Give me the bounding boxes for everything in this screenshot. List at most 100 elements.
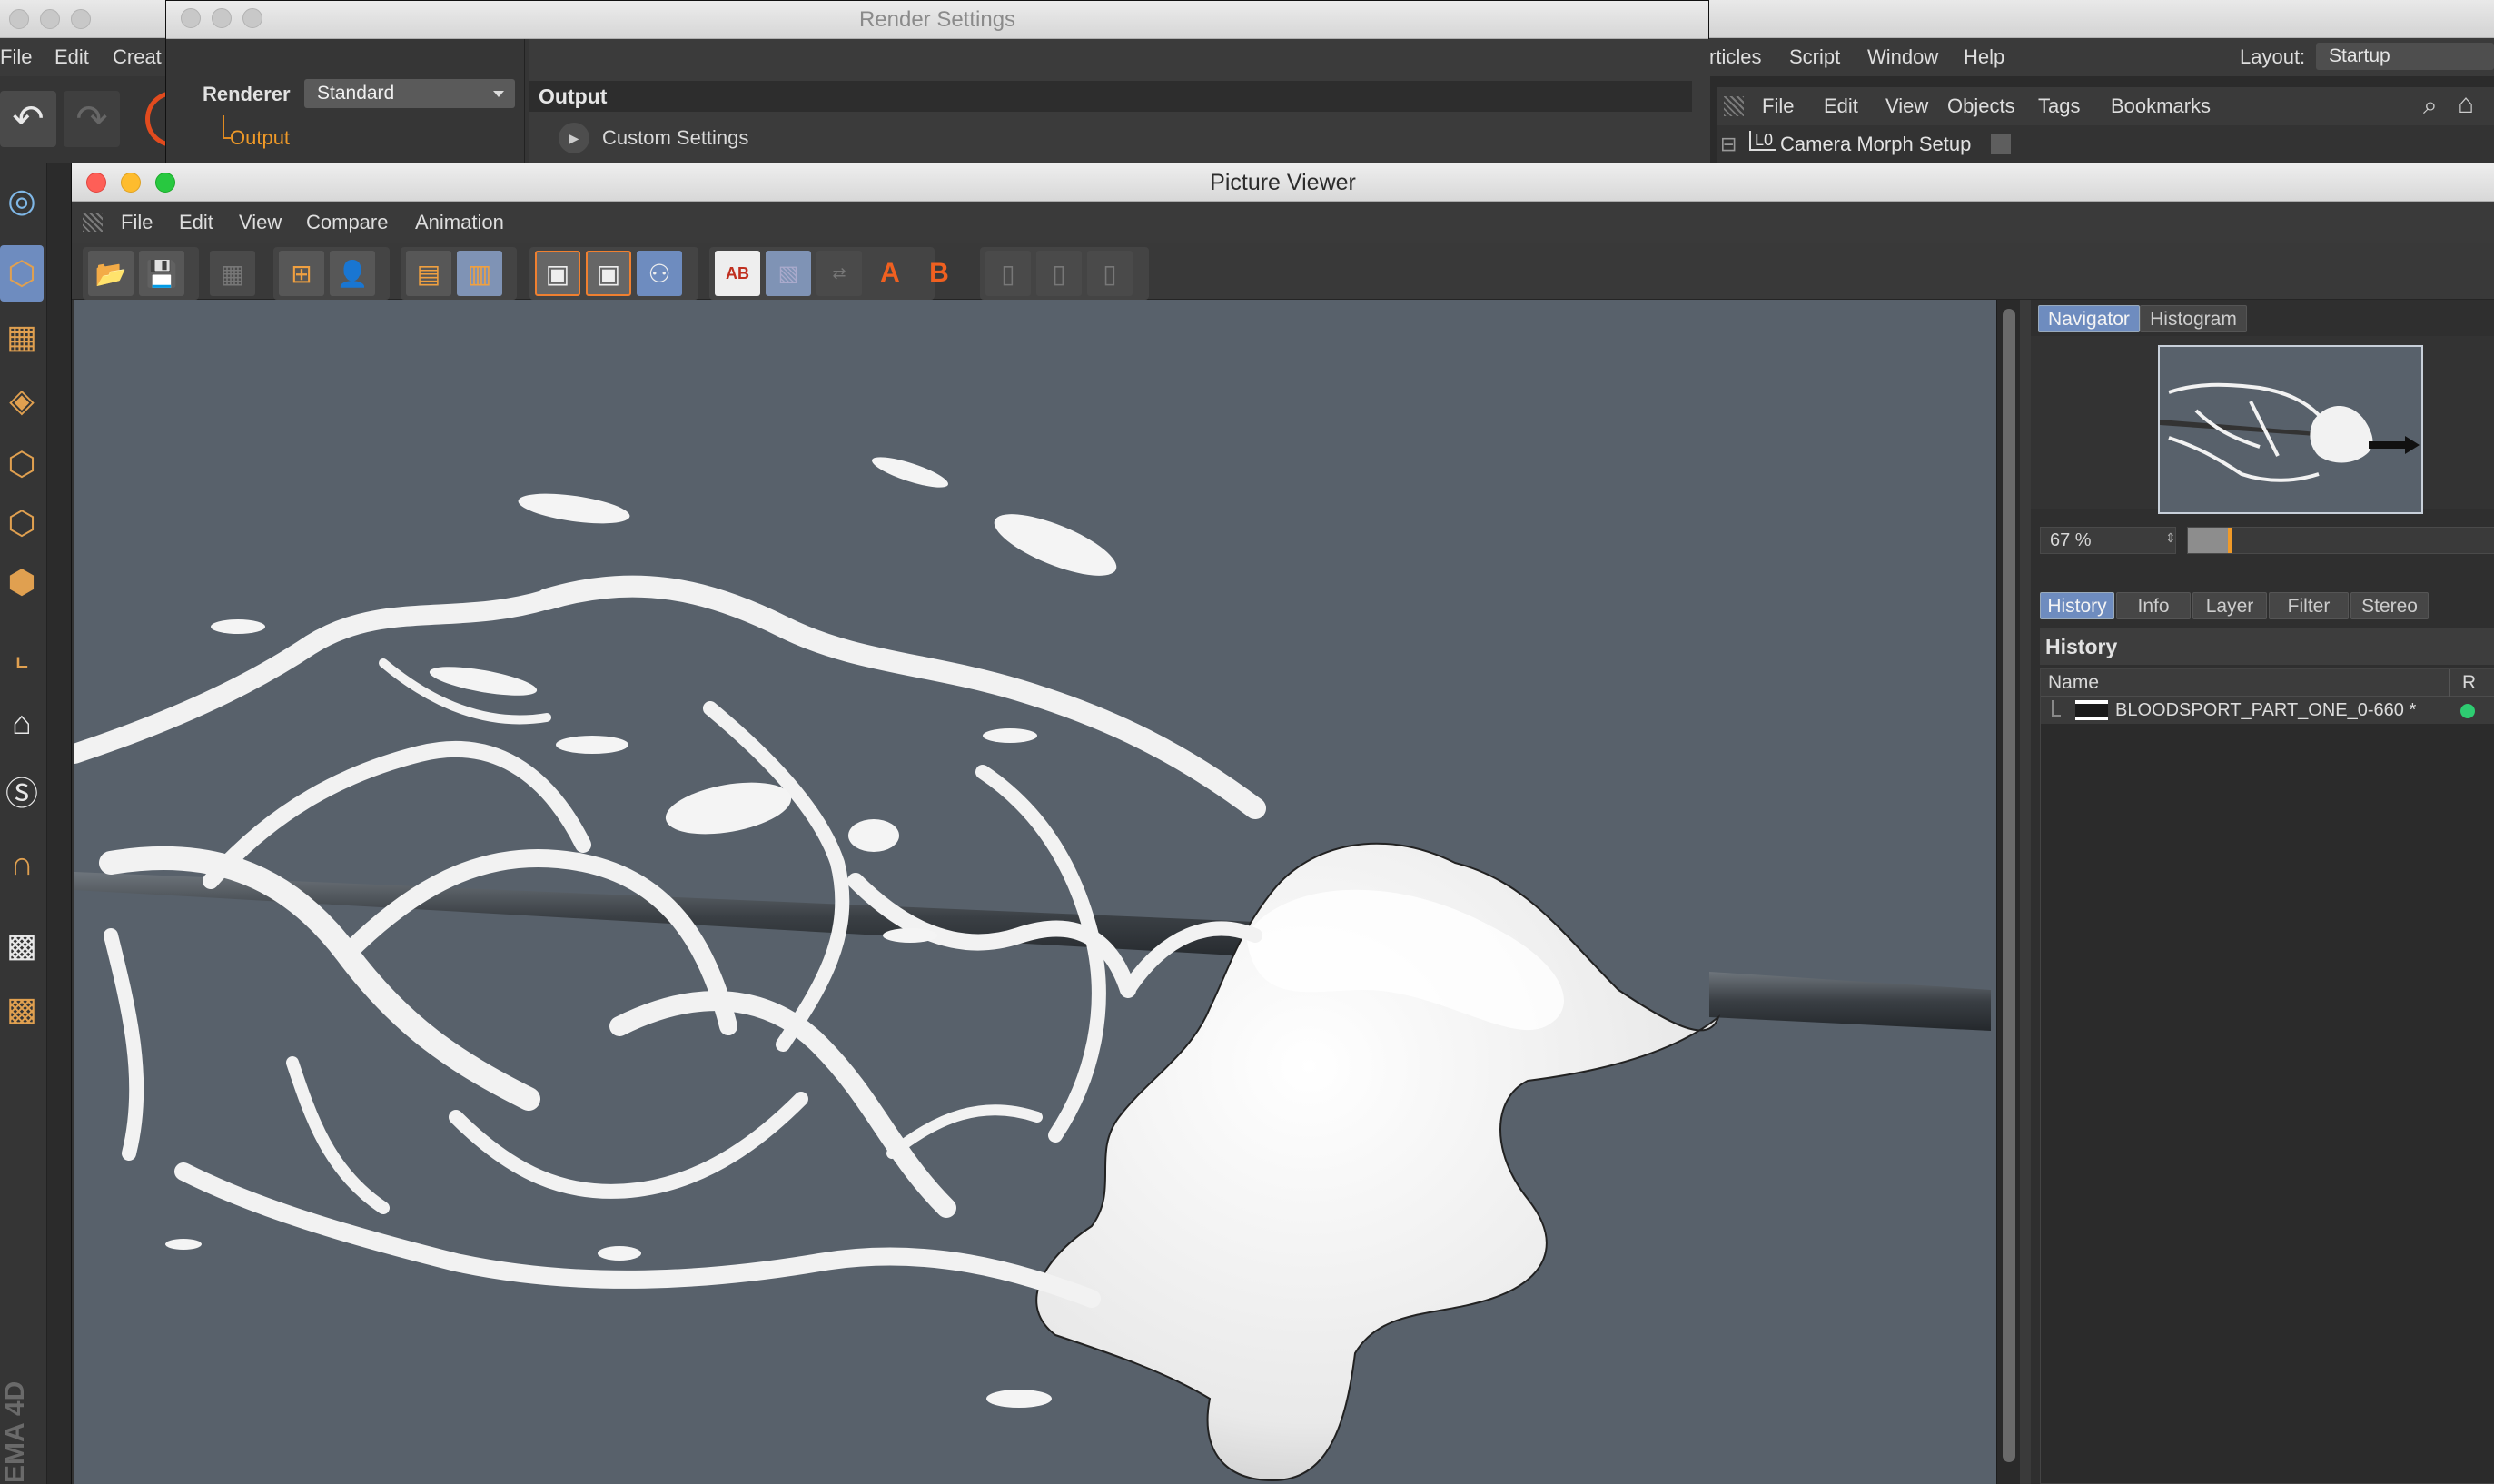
render-settings-content: Output ▶ Custom Settings (529, 39, 1710, 164)
axis-icon[interactable]: ⌞ (0, 627, 44, 683)
pv-menu-edit[interactable]: Edit (179, 202, 213, 243)
zoom-button-inactive[interactable] (71, 9, 91, 29)
compare-disabled-3-icon[interactable]: ▯ (1087, 251, 1133, 296)
object-name[interactable]: Camera Morph Setup (1780, 133, 1971, 156)
zoom-slider-knob[interactable] (2228, 528, 2232, 553)
set-a-icon[interactable]: A (867, 251, 913, 296)
column-name[interactable]: Name (2048, 669, 2099, 697)
render-settings-title: Render Settings (858, 7, 1016, 32)
om-menu-tags[interactable]: Tags (2038, 87, 2080, 125)
view-mode-2-icon[interactable]: ▣ (586, 251, 631, 296)
home-icon[interactable]: ⌂ (2458, 89, 2474, 120)
polygon-grid-icon[interactable]: ◈ (0, 372, 44, 429)
rs-zoom-button[interactable] (242, 8, 262, 28)
tab-history[interactable]: History (2040, 592, 2114, 619)
rendered-fluid-image (74, 457, 1991, 1482)
layers-icon[interactable]: ▥ (457, 251, 502, 296)
edge-mode-icon[interactable]: ⬡ (0, 495, 44, 551)
snap-s-icon[interactable]: Ⓢ (0, 763, 44, 819)
view-mode-1-icon[interactable]: ▣ (535, 251, 580, 296)
ab-compare-icon[interactable]: AB (715, 251, 760, 296)
history-item-name[interactable]: BLOODSPORT_PART_ONE_0-660 * (2115, 697, 2416, 724)
tab-info[interactable]: Info (2116, 592, 2191, 619)
scrollbar-thumb[interactable] (2003, 309, 2015, 1462)
column-r[interactable]: R (2462, 669, 2476, 697)
point-mode-icon[interactable]: ⬡ (0, 436, 44, 492)
pv-menu-view[interactable]: View (239, 202, 282, 243)
pv-close-button[interactable] (86, 173, 106, 193)
object-row[interactable]: ⊟ L0 Camera Morph Setup (1717, 125, 2494, 163)
open-folder-icon[interactable]: 📂 (88, 251, 134, 296)
om-menu-objects[interactable]: Objects (1947, 87, 2015, 125)
workplane-icon[interactable]: ▩ (0, 981, 44, 1037)
pv-menubar: File Edit View Compare Animation + (72, 202, 2494, 272)
user-render-icon[interactable]: 👤 (330, 251, 375, 296)
zoom-field[interactable]: 67 % (2040, 527, 2176, 554)
tab-navigator[interactable]: Navigator (2038, 305, 2140, 332)
compare-disabled-1-icon[interactable]: ▯ (985, 251, 1031, 296)
renderer-select[interactable]: Standard (304, 79, 515, 108)
om-menu-file[interactable]: File (1762, 87, 1794, 125)
navigator-thumbnail[interactable] (2158, 345, 2423, 514)
picture-viewer-titlebar: Picture Viewer (72, 163, 2494, 202)
viewport-scrollbar[interactable] (1996, 300, 2020, 1484)
texture-cube-icon[interactable]: ▦ (0, 309, 44, 365)
minimize-button-inactive[interactable] (40, 9, 60, 29)
tag-icon[interactable] (1991, 134, 2011, 154)
pv-menu-compare[interactable]: Compare (306, 202, 388, 243)
polygon-mode-icon[interactable]: ⬢ (0, 554, 44, 610)
menu-file[interactable]: File (0, 38, 32, 76)
pv-menu-file[interactable]: File (121, 202, 153, 243)
close-button-inactive[interactable] (9, 9, 29, 29)
om-menu-view[interactable]: View (1885, 87, 1928, 125)
rs-minimize-button[interactable] (212, 8, 232, 28)
stop-render-icon[interactable]: ⊞ (279, 251, 324, 296)
menu-create[interactable]: Creat (113, 38, 162, 76)
redo-icon[interactable]: ↷ (64, 91, 120, 147)
render-viewport[interactable] (74, 300, 1996, 1484)
stepper-arrows-icon[interactable]: ⇕ (2165, 530, 2176, 546)
tab-filter[interactable]: Filter (2269, 592, 2349, 619)
menu-script[interactable]: Script (1789, 38, 1840, 76)
pv-zoom-button[interactable] (155, 173, 175, 193)
tree-expand-icon[interactable]: ⊟ (1720, 133, 1737, 156)
people-view-icon[interactable]: ⚇ (637, 251, 682, 296)
panel-grip-icon[interactable] (1724, 96, 1744, 116)
null-object-badge: L0 (1749, 131, 1777, 151)
navigator-area (2031, 336, 2494, 514)
globe-icon[interactable]: ◎ (0, 173, 44, 229)
pv-grip-icon[interactable] (83, 213, 103, 232)
search-icon[interactable]: ⌕ (2423, 91, 2438, 121)
menu-help[interactable]: Help (1964, 38, 2004, 76)
pv-minimize-button[interactable] (121, 173, 141, 193)
mouse-icon[interactable]: ⌂ (0, 695, 44, 751)
tab-stereo[interactable]: Stereo (2350, 592, 2429, 619)
zoom-slider[interactable] (2187, 527, 2494, 554)
om-menu-edit[interactable]: Edit (1824, 87, 1858, 125)
magnet-icon[interactable]: ∩ (0, 836, 44, 892)
save-icon[interactable]: 💾 (139, 251, 184, 296)
set-b-icon[interactable]: B (916, 251, 962, 296)
om-menu-bookmarks[interactable]: Bookmarks (2111, 87, 2211, 125)
menu-particles[interactable]: rticles (1709, 38, 1761, 76)
ab-swap-icon[interactable]: ⇄ (816, 251, 862, 296)
rs-close-button[interactable] (181, 8, 201, 28)
pv-menu-animation[interactable]: Animation (415, 202, 504, 243)
expand-arrow-icon[interactable]: ▶ (559, 123, 589, 153)
copy-image-icon[interactable]: ▤ (406, 251, 451, 296)
history-row[interactable]: BLOODSPORT_PART_ONE_0-660 * (2041, 697, 2494, 724)
compare-disabled-2-icon[interactable]: ▯ (1036, 251, 1082, 296)
cube-model-icon[interactable]: ⬡ (0, 245, 44, 302)
ab-split-icon[interactable]: ▧ (766, 251, 811, 296)
tree-item-output[interactable]: Output (222, 115, 290, 150)
custom-settings-label[interactable]: Custom Settings (602, 126, 748, 150)
tab-histogram[interactable]: Histogram (2140, 305, 2247, 332)
panel-divider[interactable] (2020, 300, 2031, 1484)
lock-grid-icon[interactable]: ▩ (0, 917, 44, 974)
tab-layer[interactable]: Layer (2192, 592, 2267, 619)
menu-window[interactable]: Window (1867, 38, 1938, 76)
undo-icon[interactable]: ↶ (0, 91, 56, 147)
menu-edit[interactable]: Edit (54, 38, 89, 76)
layout-select[interactable]: Startup (2316, 43, 2494, 70)
grid-overlay-icon[interactable]: ▦ (210, 251, 255, 296)
